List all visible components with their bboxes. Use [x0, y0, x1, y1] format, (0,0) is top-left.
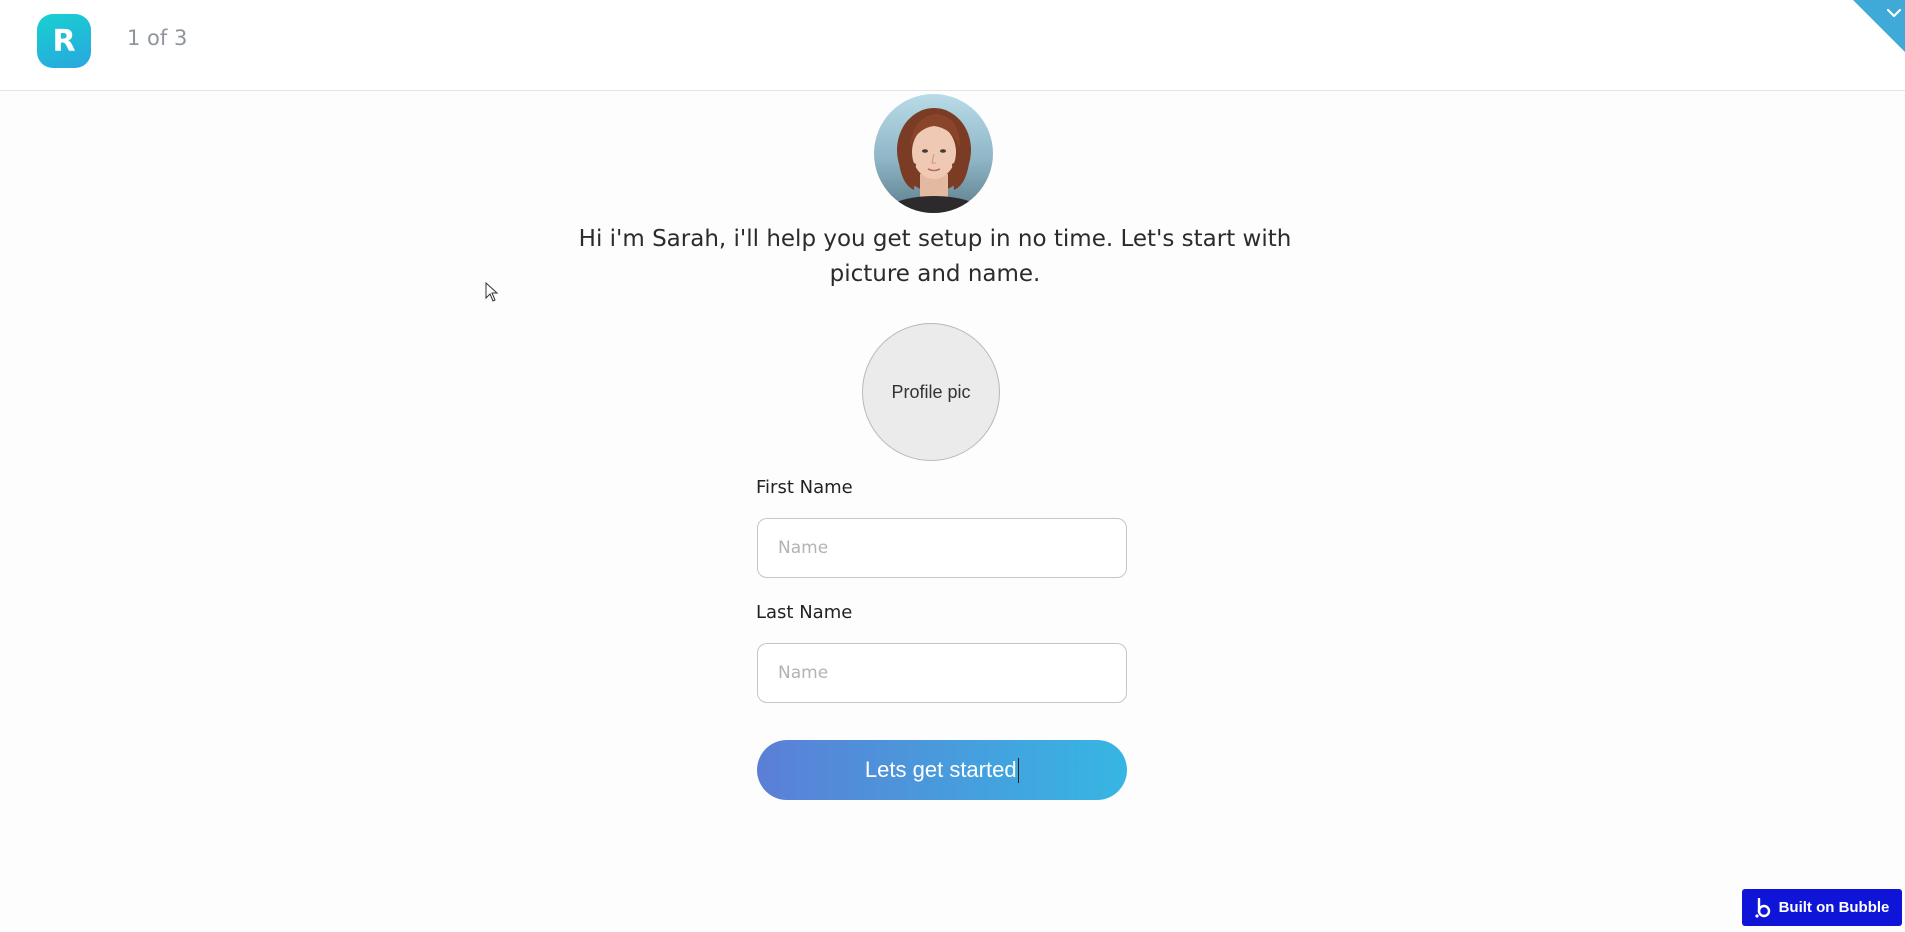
profile-pic-label: Profile pic: [891, 381, 971, 402]
assistant-avatar: [874, 94, 993, 213]
step-indicator: 1 of 3: [127, 26, 188, 50]
mouse-pointer-icon: [485, 282, 499, 302]
last-name-label: Last Name: [756, 602, 853, 623]
first-name-input[interactable]: [757, 518, 1127, 578]
last-name-input[interactable]: [757, 643, 1127, 703]
bubble-logo-icon: [1754, 897, 1770, 918]
intro-message: Hi i'm Sarah, i'll help you get setup in…: [578, 226, 1292, 287]
built-on-bubble-badge[interactable]: Built on Bubble: [1742, 889, 1902, 926]
chevron-down-icon[interactable]: [1853, 0, 1905, 52]
get-started-button[interactable]: Lets get started: [757, 740, 1127, 800]
header: R 1 of 3: [0, 0, 1905, 91]
profile-pic-uploader[interactable]: Profile pic: [862, 323, 1000, 461]
get-started-label: Lets get started: [864, 757, 1017, 782]
text-caret: [1017, 757, 1020, 783]
first-name-label: First Name: [756, 477, 853, 498]
assistant-portrait-image: [874, 94, 993, 213]
app-logo[interactable]: R: [37, 14, 91, 68]
built-on-bubble-label: Built on Bubble: [1778, 899, 1890, 916]
page: R 1 of 3 Hi i'm Sarah, i'll help you get…: [0, 0, 1905, 932]
